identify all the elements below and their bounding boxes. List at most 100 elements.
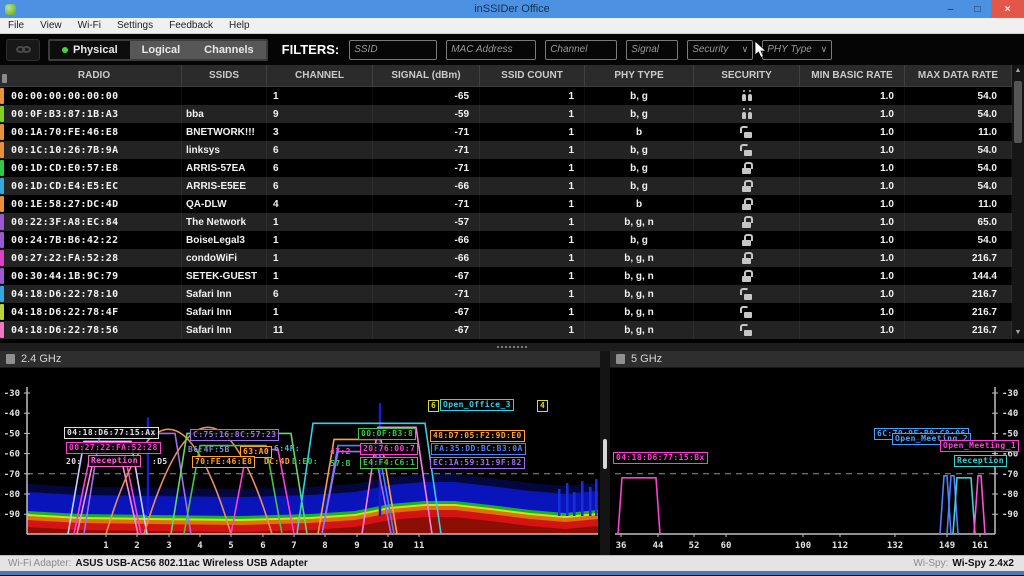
network-label: 04:18:D6:77:15:Ax xyxy=(64,427,159,439)
menu-help[interactable]: Help xyxy=(221,20,258,31)
tab-logical[interactable]: Logical xyxy=(130,41,193,59)
cell-ssid: SETEK-GUEST xyxy=(182,267,267,285)
network-label: Reception xyxy=(88,455,141,467)
phy-filter-dropdown[interactable]: ∨ xyxy=(762,40,832,60)
link-icon[interactable] xyxy=(6,39,40,61)
cell-phy-type: b xyxy=(585,195,694,213)
cell-phy-type: b, g, n xyxy=(585,285,694,303)
cell-ssid-count: 1 xyxy=(480,123,585,141)
cell-min-basic-rate: 1.0 xyxy=(800,285,905,303)
table-row[interactable]: 00:1C:10:26:7B:9A linksys 6 -71 1 b, g 1… xyxy=(0,141,1024,159)
ssid-filter-input[interactable] xyxy=(349,40,437,60)
cell-min-basic-rate: 1.0 xyxy=(800,231,905,249)
cell-ssid-count: 1 xyxy=(480,213,585,231)
col-max-data-rate[interactable]: MAX DATA RATE xyxy=(905,65,1012,86)
lock-icon xyxy=(740,270,753,282)
cell-max-data-rate: 54.0 xyxy=(905,231,1012,249)
cell-max-data-rate: 144.4 xyxy=(905,267,1012,285)
network-label: 48:D7:05:F2:9D:E0 xyxy=(430,430,525,442)
cell-ssid-count: 1 xyxy=(480,105,585,123)
col-ssid-count[interactable]: SSID COUNT xyxy=(480,65,585,86)
network-color-indicator xyxy=(0,142,4,158)
table-row[interactable]: 00:24:7B:B6:42:22 BoiseLegal3 1 -66 1 b,… xyxy=(0,231,1024,249)
cell-channel: 3 xyxy=(267,123,373,141)
table-row[interactable]: 00:0F:B3:87:1B:A3 bba 9 -59 1 b, g 1.0 5… xyxy=(0,105,1024,123)
cell-channel: 6 xyxy=(267,141,373,159)
tab-physical[interactable]: Physical xyxy=(50,41,130,59)
unlock-icon xyxy=(740,126,753,138)
cell-phy-type: b, g, n xyxy=(585,213,694,231)
window-title: inSSIDer Office xyxy=(0,3,1024,15)
view-tabs: Physical Logical Channels xyxy=(48,39,268,61)
table-row[interactable]: 00:30:44:1B:9C:79 SETEK-GUEST 1 -67 1 b,… xyxy=(0,267,1024,285)
cell-signal: -59 xyxy=(373,105,480,123)
menu-file[interactable]: File xyxy=(0,20,32,31)
col-ssids[interactable]: SSIDS xyxy=(182,65,267,86)
cell-min-basic-rate: 1.0 xyxy=(800,249,905,267)
cell-channel: 6 xyxy=(267,159,373,177)
panel-24ghz[interactable]: 2.4 GHz -30-40-50-60-70-80-9012345678910… xyxy=(0,351,600,555)
table-row[interactable]: 04:18:D6:22:78:4F Safari Inn 1 -67 1 b, … xyxy=(0,303,1024,321)
menu-view[interactable]: View xyxy=(32,20,70,31)
col-min-basic-rate[interactable]: MIN BASIC RATE xyxy=(800,65,905,86)
x-axis-tick-label: 6 xyxy=(260,541,265,551)
table-row[interactable]: 00:1E:58:27:DC:4D QA-DLW 4 -71 1 b 1.0 1… xyxy=(0,195,1024,213)
table-row[interactable]: 00:00:00:00:00:00 1 -65 1 b, g 1.0 54.0 xyxy=(0,87,1024,105)
table-row[interactable]: 00:1A:70:FE:46:E8 BNETWORK!!! 3 -71 1 b … xyxy=(0,123,1024,141)
cell-signal: -71 xyxy=(373,195,480,213)
cell-min-basic-rate: 1.0 xyxy=(800,105,905,123)
scrollbar-thumb[interactable] xyxy=(1014,81,1022,143)
table-row[interactable]: 00:1D:CD:E4:E5:EC ARRIS-E5EE 6 -66 1 b, … xyxy=(0,177,1024,195)
vertical-splitter[interactable] xyxy=(600,351,610,555)
network-color-indicator xyxy=(0,88,4,104)
title-bar: inSSIDer Office – □ × xyxy=(0,0,1024,18)
mac-filter-input[interactable] xyxy=(446,40,536,60)
table-row[interactable]: 04:18:D6:22:78:56 Safari Inn 11 -67 1 b,… xyxy=(0,321,1024,339)
cell-phy-type: b, g xyxy=(585,105,694,123)
col-channel[interactable]: CHANNEL xyxy=(267,65,373,86)
x-axis-tick-label: 11 xyxy=(414,541,425,551)
x-axis-tick-label: 52 xyxy=(689,541,700,551)
cell-radio: 04:18:D6:22:78:10 xyxy=(7,285,182,303)
col-security[interactable]: SECURITY xyxy=(694,65,800,86)
lock-icon xyxy=(740,180,753,192)
x-axis-tick-label: 149 xyxy=(939,541,955,551)
menu-feedback[interactable]: Feedback xyxy=(161,20,221,31)
scroll-down-icon[interactable]: ▼ xyxy=(1015,327,1022,339)
cell-signal: -57 xyxy=(373,213,480,231)
scroll-up-icon[interactable]: ▲ xyxy=(1015,65,1022,77)
menu-settings[interactable]: Settings xyxy=(109,20,161,31)
tab-channels[interactable]: Channels xyxy=(192,41,266,59)
cell-min-basic-rate: 1.0 xyxy=(800,195,905,213)
cell-radio: 00:1D:CD:E0:57:E8 xyxy=(7,159,182,177)
network-color-indicator xyxy=(0,286,4,302)
table-row[interactable]: 04:18:D6:22:78:10 Safari Inn 6 -71 1 b, … xyxy=(0,285,1024,303)
menu-wifi[interactable]: Wi-Fi xyxy=(70,20,109,31)
network-color-indicator xyxy=(0,322,4,338)
table-row[interactable]: 00:27:22:FA:52:28 condoWiFi 1 -66 1 b, g… xyxy=(0,249,1024,267)
panel-5ghz[interactable]: 5 GHz -30-40-50-60-70-80-903644526010011… xyxy=(610,351,1024,555)
cell-ssid: Safari Inn xyxy=(182,285,267,303)
signal-filter-input[interactable] xyxy=(626,40,678,60)
col-phy-type[interactable]: PHY TYPE xyxy=(585,65,694,86)
chevron-down-icon: ∨ xyxy=(821,44,828,55)
x-axis-tick-label: 44 xyxy=(653,541,664,551)
cell-max-data-rate: 54.0 xyxy=(905,177,1012,195)
cell-radio: 00:27:22:FA:52:28 xyxy=(7,249,182,267)
cell-ssid xyxy=(182,87,267,105)
x-axis-tick-label: 132 xyxy=(887,541,903,551)
cell-max-data-rate: 216.7 xyxy=(905,285,1012,303)
table-row[interactable]: 00:1D:CD:E0:57:E8 ARRIS-57EA 6 -71 1 b, … xyxy=(0,159,1024,177)
col-signal[interactable]: SIGNAL (dBm) xyxy=(373,65,480,86)
table-row[interactable]: 00:22:3F:A8:EC:84 The Network 1 -57 1 b,… xyxy=(0,213,1024,231)
cell-signal: -65 xyxy=(373,87,480,105)
network-label: 6 xyxy=(428,400,439,412)
cell-radio: 00:24:7B:B6:42:22 xyxy=(7,231,182,249)
horizontal-splitter[interactable] xyxy=(0,343,1024,351)
cell-ssid: BNETWORK!!! xyxy=(182,123,267,141)
col-radio[interactable]: RADIO xyxy=(7,65,182,86)
security-filter-dropdown[interactable]: ∨ xyxy=(687,40,753,60)
channel-filter-input[interactable] xyxy=(545,40,617,60)
table-scrollbar[interactable]: ▲ ▼ xyxy=(1012,65,1024,339)
y-axis-tick-label: -40 xyxy=(4,409,20,419)
